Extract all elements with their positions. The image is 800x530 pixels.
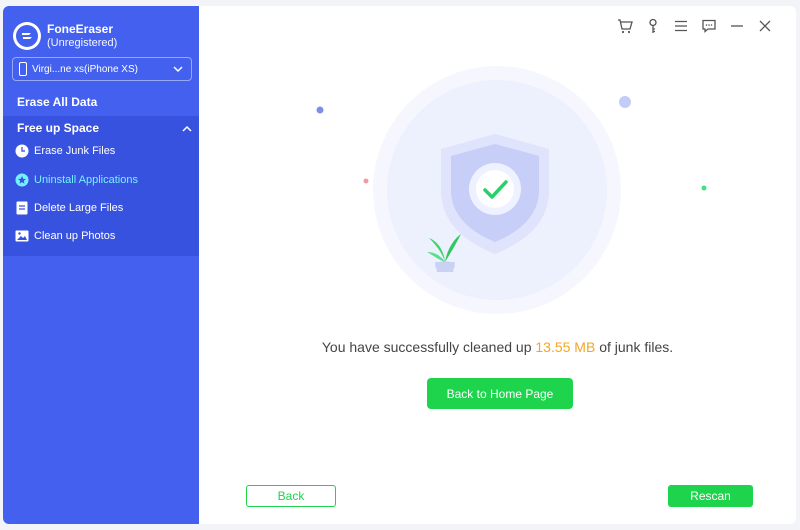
sidebar-item-label: Delete Large Files — [34, 202, 124, 214]
registration-status: (Unregistered) — [47, 37, 118, 49]
result-prefix: You have successfully cleaned up — [321, 339, 532, 355]
file-icon — [15, 201, 29, 215]
sidebar-item-clean-up-photos[interactable]: Clean up Photos — [15, 225, 115, 247]
result-message: You have successfully cleaned up 13.55 M… — [199, 339, 796, 355]
rescan-button[interactable]: Rescan — [668, 485, 753, 507]
success-illustration — [316, 66, 707, 314]
device-selector[interactable]: Virgi...ne xs(iPhone XS) — [12, 57, 192, 81]
free-up-space-group: Free up Space Erase Junk Files Uninstall… — [3, 116, 199, 256]
chevron-down-icon — [173, 66, 183, 73]
device-name: Virgi...ne xs(iPhone XS) — [32, 63, 138, 75]
photo-icon — [15, 229, 29, 243]
clock-icon — [15, 144, 29, 158]
decor-dot — [363, 178, 369, 184]
menu-erase-all-data[interactable]: Erase All Data — [3, 89, 199, 115]
decor-dot — [316, 106, 324, 114]
sidebar-item-delete-large-files[interactable]: Delete Large Files — [15, 197, 123, 219]
phone-icon — [19, 62, 27, 76]
decor-dot — [701, 185, 707, 191]
sidebar-item-label: Erase Junk Files — [34, 145, 116, 157]
brand: FoneEraser (Unregistered) — [13, 20, 117, 52]
main-panel: You have successfully cleaned up 13.55 M… — [199, 6, 796, 524]
result-suffix: of junk files. — [599, 339, 674, 355]
check-circle-inner — [476, 170, 514, 208]
sidebar-item-label: Clean up Photos — [34, 230, 116, 242]
free-up-space-header[interactable]: Free up Space — [17, 121, 99, 135]
sidebar-item-uninstall-applications[interactable]: Uninstall Applications — [15, 169, 138, 191]
back-to-home-button[interactable]: Back to Home Page — [427, 378, 573, 409]
cleaned-size: 13.55 MB — [535, 339, 596, 355]
sidebar: FoneEraser (Unregistered) Virgi...ne xs(… — [3, 6, 199, 524]
app-name: FoneEraser — [47, 22, 114, 36]
apps-star-icon — [15, 173, 29, 187]
app-logo-icon — [13, 22, 41, 50]
sidebar-item-label: Uninstall Applications — [34, 174, 138, 186]
sidebar-item-erase-junk-files[interactable]: Erase Junk Files — [15, 140, 115, 162]
chevron-up-icon[interactable] — [181, 123, 193, 135]
back-button[interactable]: Back — [246, 485, 336, 507]
app-window: FoneEraser (Unregistered) Virgi...ne xs(… — [0, 0, 800, 530]
decor-dot — [619, 96, 631, 108]
